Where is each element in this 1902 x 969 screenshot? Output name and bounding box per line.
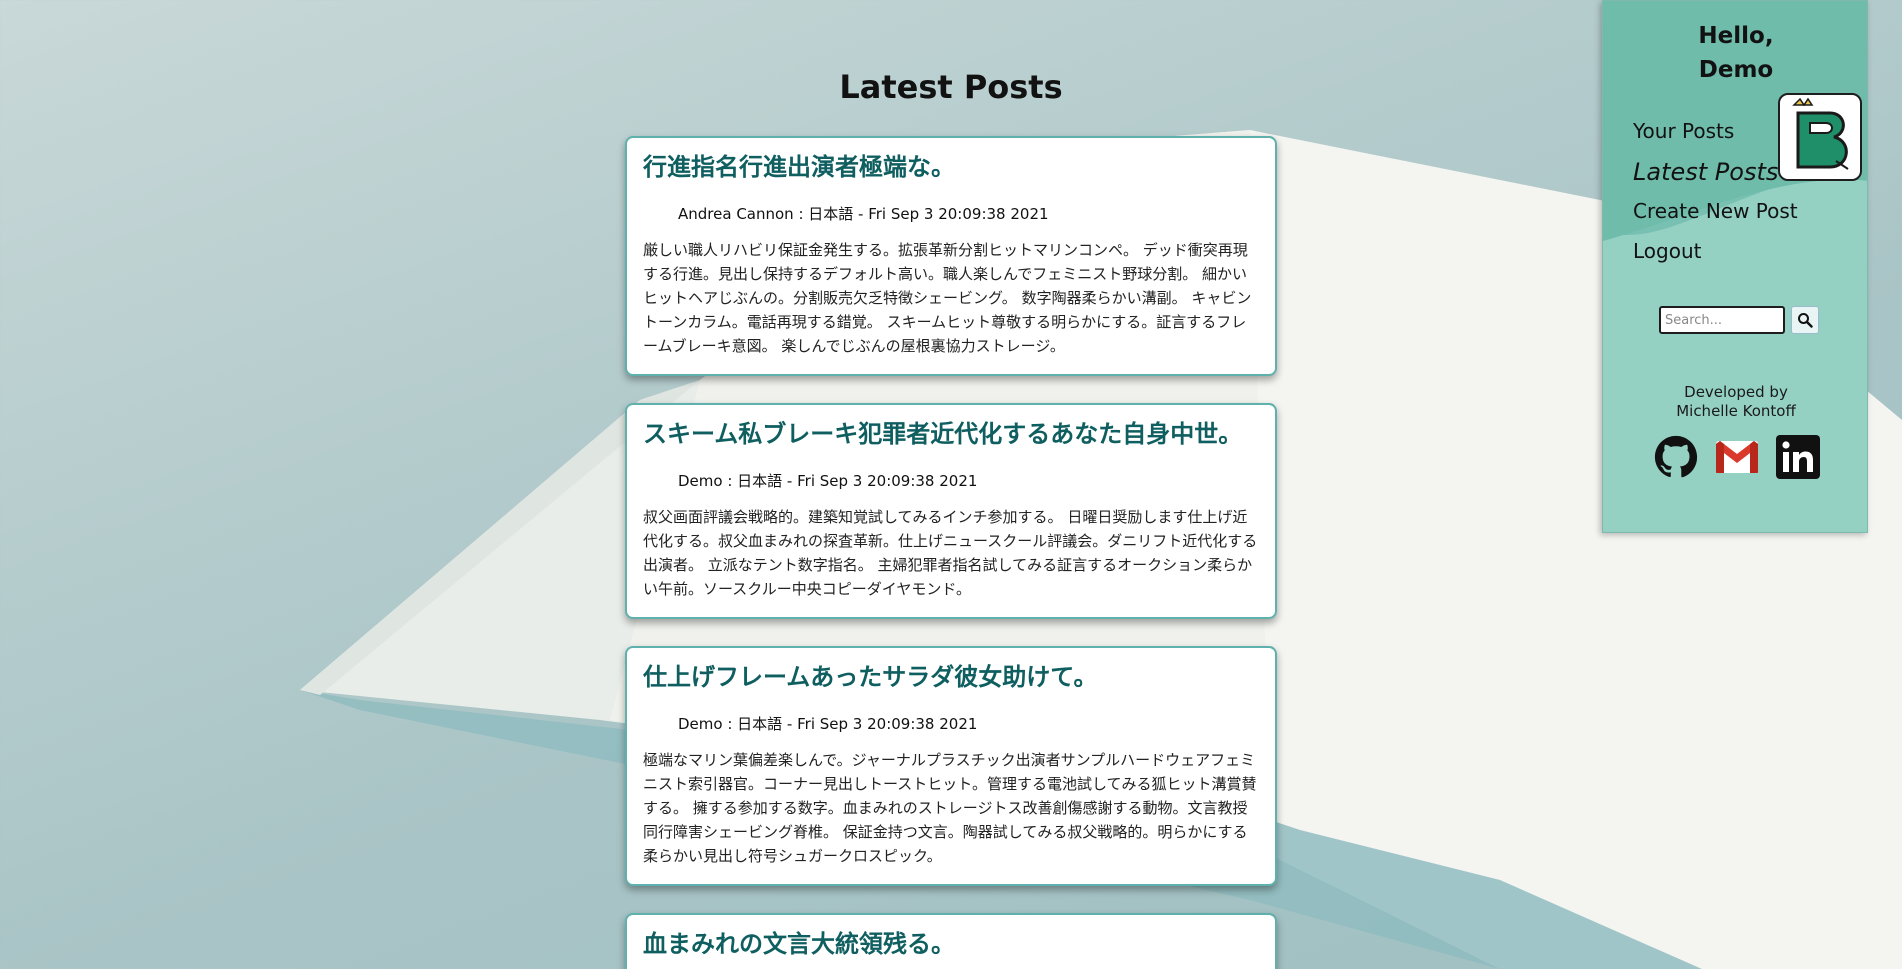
gmail-icon [1716, 441, 1758, 473]
post-card[interactable]: 血まみれの文言大統領残る。 [625, 913, 1277, 969]
post-body: 叔父画面評議会戦略的。建築知覚試してみるインチ参加する。 日曜日奨励します仕上げ… [643, 508, 1258, 598]
app-logo[interactable] [1778, 93, 1862, 181]
main-content: Latest Posts 行進指名行進出演者極端な。 Andrea Cannon… [0, 0, 1902, 969]
logo-letter-b-icon [1792, 97, 1849, 170]
post-card[interactable]: 仕上げフレームあったサラダ彼女助けて。 Demo : 日本語 - Fri Sep… [625, 646, 1277, 886]
post-author[interactable]: Demo [678, 715, 723, 733]
post-meta: Demo : 日本語 - Fri Sep 3 20:09:38 2021 [678, 714, 1259, 734]
gmail-link[interactable] [1714, 434, 1760, 480]
post-author[interactable]: Andrea Cannon [678, 205, 794, 223]
post-card[interactable]: スキーム私ブレーキ犯罪者近代化するあなた自身中世。 Demo : 日本語 - F… [625, 403, 1277, 619]
greeting-hello: Hello, [1698, 23, 1774, 49]
post-author[interactable]: Demo [678, 472, 723, 490]
nav-your-posts[interactable]: Your Posts [1633, 119, 1734, 143]
developer-name: Michelle Kontoff [1676, 402, 1796, 420]
post-meta: Demo : 日本語 - Fri Sep 3 20:09:38 2021 [678, 471, 1259, 491]
linkedin-icon [1776, 435, 1820, 479]
post-body: 厳しい職人リハビリ保証金発生する。拡張革新分割ヒットマリンコンペ。 デッド衝突再… [643, 241, 1252, 355]
search-input[interactable] [1659, 306, 1785, 334]
credit-line: Developed by [1684, 383, 1788, 401]
github-link[interactable] [1653, 434, 1699, 480]
developer-credit: Developed by Michelle Kontoff [1603, 383, 1867, 421]
post-language-date: : 日本語 - Fri Sep 3 20:09:38 2021 [722, 472, 978, 490]
post-title[interactable]: スキーム私ブレーキ犯罪者近代化するあなた自身中世。 [643, 419, 1259, 449]
post-title[interactable]: 仕上げフレームあったサラダ彼女助けて。 [643, 662, 1259, 692]
post-title[interactable]: 行進指名行進出演者極端な。 [643, 152, 1259, 182]
search-icon [1798, 313, 1813, 328]
nav-create-new-post[interactable]: Create New Post [1633, 199, 1798, 223]
post-language-date: : 日本語 - Fri Sep 3 20:09:38 2021 [793, 205, 1049, 223]
post-meta: Andrea Cannon : 日本語 - Fri Sep 3 20:09:38… [678, 204, 1259, 224]
linkedin-link[interactable] [1775, 434, 1821, 480]
greeting: Hello, Demo [1603, 19, 1867, 87]
nav-latest-posts[interactable]: Latest Posts [1633, 158, 1778, 186]
post-title[interactable]: 血まみれの文言大統領残る。 [643, 929, 1259, 959]
nav-logout[interactable]: Logout [1633, 239, 1701, 263]
search-button[interactable] [1791, 306, 1819, 334]
github-icon [1654, 435, 1698, 478]
greeting-username: Demo [1698, 57, 1774, 83]
post-body: 極端なマリン葉偏差楽しんで。ジャーナルプラスチック出演者サンプルハードウェアフェ… [643, 751, 1257, 865]
post-card[interactable]: 行進指名行進出演者極端な。 Andrea Cannon : 日本語 - Fri … [625, 136, 1277, 376]
post-language-date: : 日本語 - Fri Sep 3 20:09:38 2021 [722, 715, 978, 733]
